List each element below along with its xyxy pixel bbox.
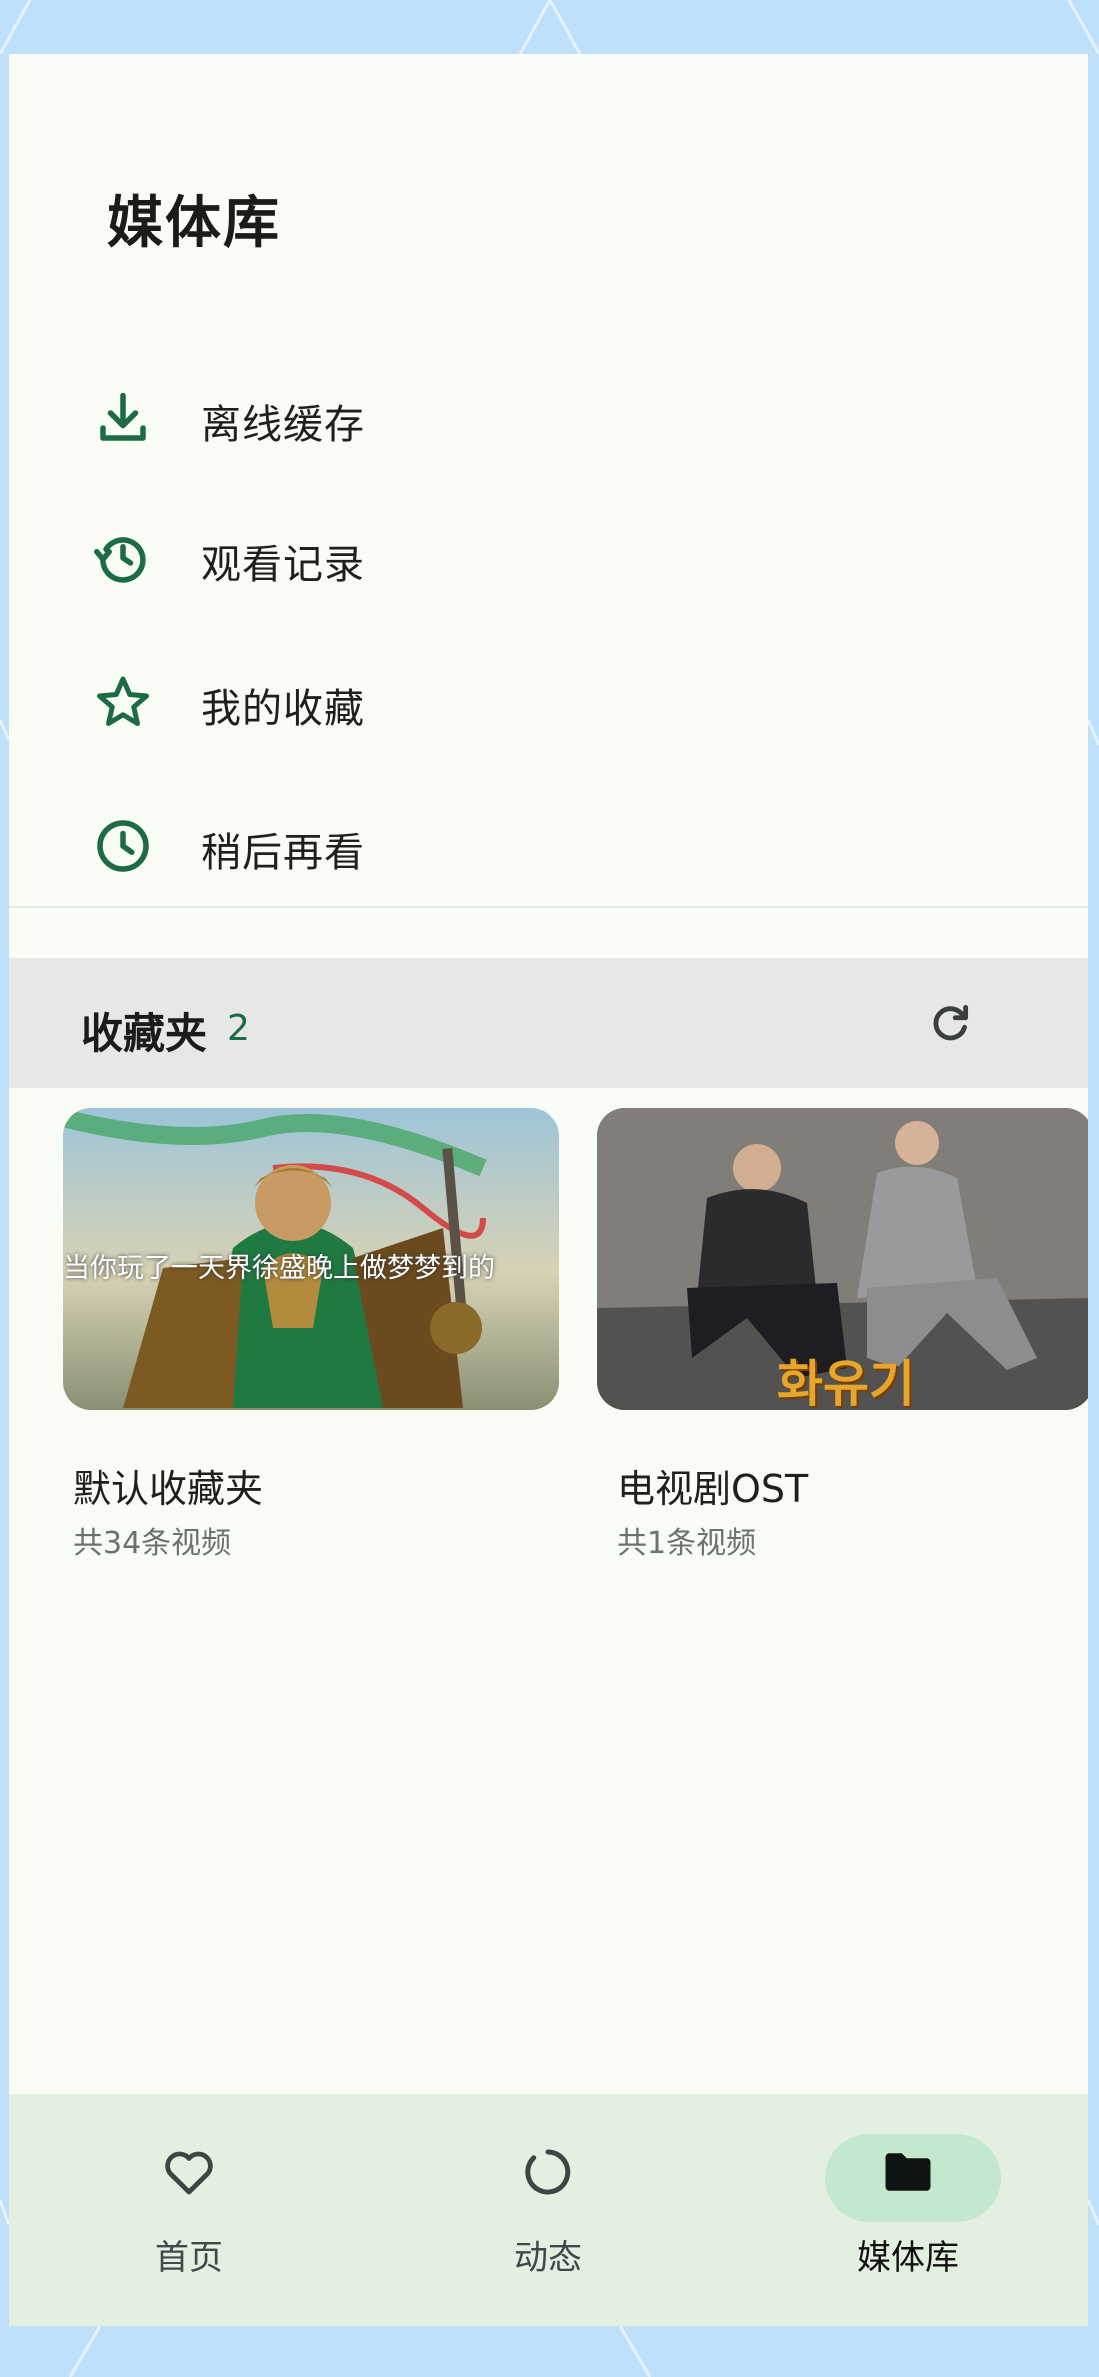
favorites-count: 2 — [227, 1008, 250, 1049]
nav-label: 媒体库 — [857, 2238, 959, 2278]
folder-icon — [885, 2153, 931, 2191]
thumbnail-caption-text: 当你玩了一天界徐盛晚上做梦梦到的 — [63, 1253, 495, 1284]
folder-thumbnail: 화유기 — [597, 1108, 1088, 1410]
nav-label: 首页 — [155, 2238, 223, 2278]
clock-icon — [97, 820, 149, 872]
menu-item-label: 稍后再看 — [201, 830, 365, 876]
menu-item-my-favorites[interactable]: 我的收藏 — [9, 642, 1088, 762]
nav-label: 动态 — [514, 2238, 582, 2278]
nav-media-library[interactable]: 媒体库 — [788, 2094, 1028, 2326]
menu-item-label: 观看记录 — [201, 542, 365, 588]
folder-video-count: 共34条视频 — [73, 1526, 232, 1561]
history-icon — [94, 537, 146, 583]
media-library-screen: 媒体库 离线缓存 观看记录 我的收藏 稍后再看 收藏夹 2 当你玩了一天界徐盛晚… — [9, 54, 1088, 2326]
folder-title: 电视剧OST — [617, 1467, 809, 1511]
menu-item-watch-later[interactable]: 稍后再看 — [9, 786, 1088, 906]
section-divider — [9, 906, 1088, 908]
menu-item-label: 我的收藏 — [201, 686, 365, 732]
refresh-icon[interactable] — [925, 998, 975, 1048]
folder-title: 默认收藏夹 — [73, 1467, 264, 1511]
folder-thumbnail: 当你玩了一天界徐盛晚上做梦梦到的 — [63, 1108, 559, 1410]
folder-video-count: 共1条视频 — [617, 1526, 757, 1561]
heart-icon — [165, 2151, 213, 2195]
bottom-navigation: 首页 动态 媒体库 — [9, 2094, 1088, 2326]
favorites-title: 收藏夹 — [81, 1009, 208, 1058]
favorites-header: 收藏夹 2 — [9, 958, 1088, 1088]
nav-dynamics[interactable]: 动态 — [428, 2094, 668, 2326]
star-icon — [97, 676, 149, 726]
menu-item-watch-history[interactable]: 观看记录 — [9, 498, 1088, 618]
thumbnail-caption-text: 화유기 — [777, 1355, 915, 1410]
folder-card-default[interactable]: 当你玩了一天界徐盛晚上做梦梦到的 默认收藏夹 共34条视频 — [9, 1088, 559, 1561]
nav-home[interactable]: 首页 — [69, 2094, 309, 2326]
folder-card-tv-ost[interactable]: 화유기 电视剧OST 共1条视频 — [589, 1088, 1088, 1561]
menu-item-offline-cache[interactable]: 离线缓存 — [9, 358, 1088, 478]
download-icon — [100, 392, 146, 441]
loading-circle-icon — [525, 2149, 571, 2195]
menu-item-label: 离线缓存 — [201, 402, 365, 448]
page-title: 媒体库 — [107, 191, 281, 256]
